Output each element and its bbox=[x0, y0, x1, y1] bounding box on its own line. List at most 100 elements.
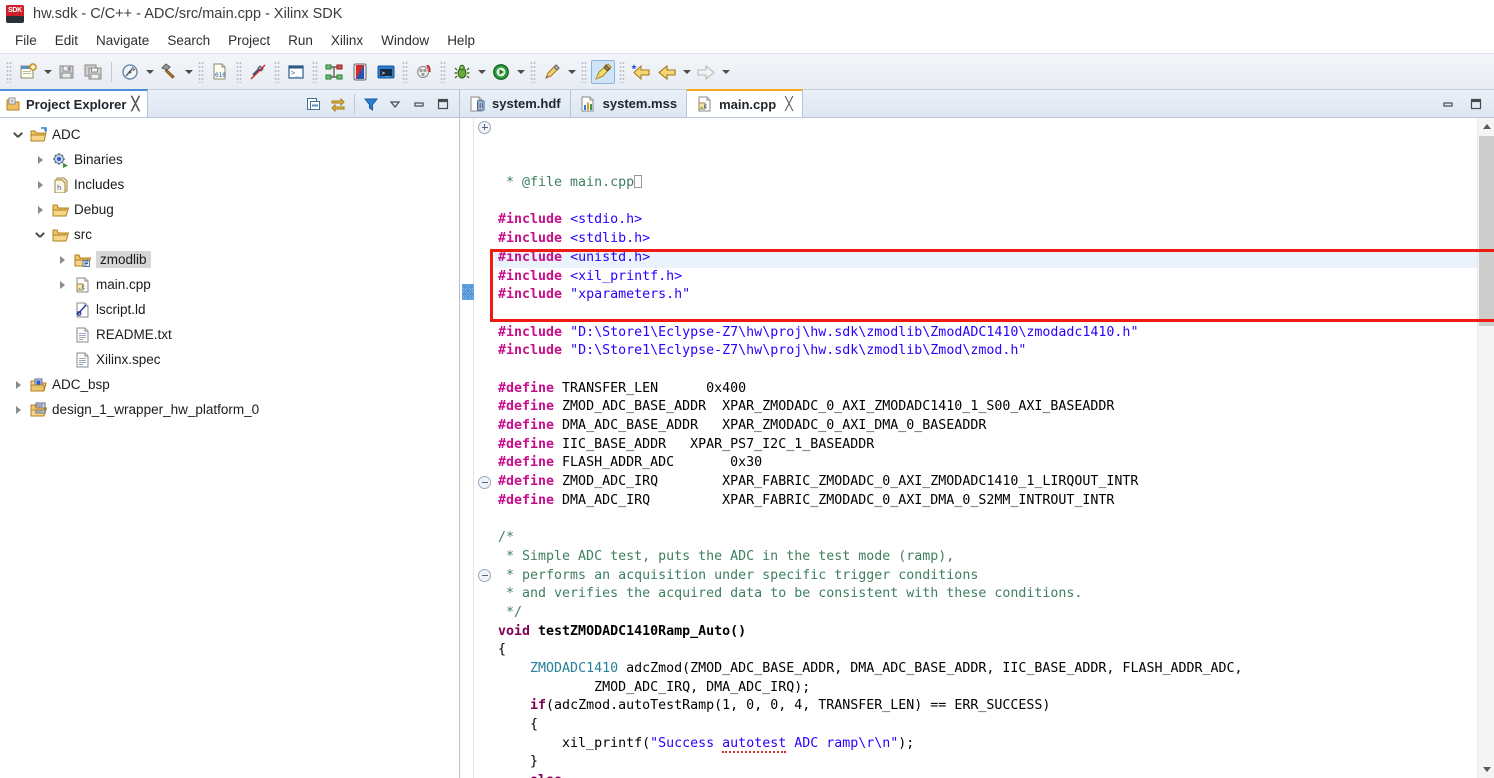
fold-expand-icon[interactable] bbox=[478, 120, 491, 134]
menu-search[interactable]: Search bbox=[158, 31, 219, 50]
editor-annotation-gutter[interactable] bbox=[460, 118, 474, 778]
fold-collapse-icon[interactable] bbox=[478, 569, 491, 583]
forward-dropdown-arrow[interactable] bbox=[719, 60, 732, 84]
code-line[interactable]: #include <stdlib.h> bbox=[494, 230, 1477, 249]
code-text-area[interactable]: * @file main.cpp #include <stdio.h> #incl… bbox=[494, 118, 1477, 778]
run-dropdown-arrow[interactable] bbox=[514, 60, 527, 84]
code-line[interactable]: xil_printf("Success autotest ADC ramp\r\… bbox=[494, 735, 1477, 754]
program-flash-button[interactable] bbox=[348, 60, 372, 84]
expand-chevron-right-icon[interactable] bbox=[8, 397, 28, 422]
expand-chevron-right-icon[interactable] bbox=[8, 372, 28, 397]
tree-item-debug[interactable]: Debug bbox=[0, 197, 459, 222]
save-button[interactable] bbox=[55, 60, 79, 84]
toolbar-grip[interactable] bbox=[440, 60, 446, 83]
toolbar-grip[interactable] bbox=[581, 60, 587, 83]
code-line[interactable]: #define IIC_BASE_ADDR XPAR_PS7_I2C_1_BAS… bbox=[494, 436, 1477, 455]
expand-chevron-right-icon[interactable] bbox=[30, 172, 50, 197]
tree-item-design-1-wrapper-hw-platform-0[interactable]: design_1_wrapper_hw_platform_0 bbox=[0, 397, 459, 422]
expand-chevron-right-icon[interactable] bbox=[52, 247, 72, 272]
toggle-mark-occurrences-button[interactable] bbox=[591, 59, 615, 84]
maximize-icon[interactable] bbox=[433, 94, 453, 114]
editor-folding-gutter[interactable] bbox=[474, 118, 494, 778]
run-button[interactable] bbox=[489, 60, 513, 84]
menu-help[interactable]: Help bbox=[438, 31, 484, 50]
expand-chevron-right-icon[interactable] bbox=[30, 197, 50, 222]
code-line[interactable] bbox=[494, 510, 1477, 529]
collapse-all-button[interactable] bbox=[304, 94, 324, 114]
code-line[interactable]: #include "D:\Store1\Eclypse-Z7\hw\proj\h… bbox=[494, 324, 1477, 343]
code-line[interactable] bbox=[494, 361, 1477, 380]
menu-project[interactable]: Project bbox=[219, 31, 279, 50]
tab-main-cpp[interactable]: .c main.cpp ╳ bbox=[687, 89, 803, 117]
tree-item-src[interactable]: src bbox=[0, 222, 459, 247]
toolbar-grip[interactable] bbox=[619, 60, 625, 83]
toolbar-grip[interactable] bbox=[274, 60, 280, 83]
back-dropdown-arrow[interactable] bbox=[680, 60, 693, 84]
code-line[interactable]: void testZMODADC1410Ramp_Auto() bbox=[494, 623, 1477, 642]
tree-item-zmodlib[interactable]: zmodlib bbox=[0, 247, 459, 272]
code-line[interactable] bbox=[494, 305, 1477, 324]
code-line[interactable]: #include <unistd.h> bbox=[494, 249, 1477, 268]
tree-item-xilinx-spec[interactable]: Xilinx.spec bbox=[0, 347, 459, 372]
repositories-button[interactable] bbox=[322, 60, 346, 84]
tree-item-readme-txt[interactable]: README.txt bbox=[0, 322, 459, 347]
editor-minimize-icon[interactable] bbox=[1438, 94, 1458, 114]
code-line[interactable]: #define TRANSFER_LEN 0x400 bbox=[494, 380, 1477, 399]
code-line[interactable]: { bbox=[494, 716, 1477, 735]
save-all-button[interactable] bbox=[81, 60, 105, 84]
editor-vertical-scrollbar[interactable] bbox=[1477, 118, 1494, 778]
fold-collapse-icon[interactable] bbox=[478, 475, 491, 489]
tab-system-hdf[interactable]: system.hdf bbox=[460, 90, 571, 117]
toolbar-grip[interactable] bbox=[236, 60, 242, 83]
scroll-down-icon[interactable] bbox=[1478, 761, 1494, 778]
xsct-console-button[interactable]: >_ bbox=[284, 60, 308, 84]
code-line[interactable]: } bbox=[494, 753, 1477, 772]
expand-chevron-right-icon[interactable] bbox=[52, 272, 72, 297]
toolbar-grip[interactable] bbox=[530, 60, 536, 83]
code-line[interactable]: if(adcZmod.autoTestRamp(1, 0, 0, 4, TRAN… bbox=[494, 697, 1477, 716]
tree-item-binaries[interactable]: Binaries bbox=[0, 147, 459, 172]
tree-item-adc[interactable]: ADC bbox=[0, 122, 459, 147]
code-line[interactable]: #include <xil_printf.h> bbox=[494, 268, 1477, 287]
debug-dropdown-arrow[interactable] bbox=[475, 60, 488, 84]
tree-item-adc-bsp[interactable]: ADC_bsp bbox=[0, 372, 459, 397]
menu-edit[interactable]: Edit bbox=[46, 31, 87, 50]
code-line[interactable]: #include <stdio.h> bbox=[494, 211, 1477, 230]
toolbar-grip[interactable] bbox=[6, 60, 12, 83]
project-tree[interactable]: ADC Binaries h Includes Debug src zmodlib .c mai… bbox=[0, 118, 459, 778]
back-button[interactable] bbox=[655, 60, 679, 84]
code-editor[interactable]: * @file main.cpp #include <stdio.h> #incl… bbox=[460, 118, 1494, 778]
link-editor-icon[interactable] bbox=[328, 94, 348, 114]
code-line[interactable]: */ bbox=[494, 604, 1477, 623]
code-lines[interactable]: * @file main.cpp #include <stdio.h> #incl… bbox=[494, 174, 1477, 778]
menu-xilinx[interactable]: Xilinx bbox=[322, 31, 372, 50]
generate-binary-button[interactable]: 010 bbox=[208, 60, 232, 84]
refresh-button[interactable] bbox=[412, 60, 436, 84]
expand-chevron-right-icon[interactable] bbox=[30, 147, 50, 172]
disconnect-button[interactable] bbox=[246, 60, 270, 84]
code-line[interactable]: ZMOD_ADC_IRQ, DMA_ADC_IRQ); bbox=[494, 679, 1477, 698]
code-line[interactable]: else bbox=[494, 772, 1477, 778]
program-fpga-dropdown-arrow[interactable] bbox=[143, 60, 156, 84]
build-button[interactable] bbox=[157, 60, 181, 84]
menu-run[interactable]: Run bbox=[279, 31, 322, 50]
new-button[interactable] bbox=[16, 60, 40, 84]
forward-button[interactable] bbox=[694, 60, 718, 84]
code-line[interactable]: #include "D:\Store1\Eclypse-Z7\hw\proj\h… bbox=[494, 342, 1477, 361]
toolbar-grip[interactable] bbox=[312, 60, 318, 83]
menu-window[interactable]: Window bbox=[372, 31, 438, 50]
debug-button[interactable] bbox=[450, 60, 474, 84]
code-line[interactable]: #define ZMOD_ADC_IRQ XPAR_FABRIC_ZMODADC… bbox=[494, 473, 1477, 492]
code-line[interactable]: * Simple ADC test, puts the ADC in the t… bbox=[494, 548, 1477, 567]
menu-navigate[interactable]: Navigate bbox=[87, 31, 158, 50]
program-fpga-button[interactable] bbox=[118, 60, 142, 84]
code-line[interactable]: #define DMA_ADC_BASE_ADDR XPAR_ZMODADC_0… bbox=[494, 417, 1477, 436]
launch-shell-button[interactable]: >_ bbox=[374, 60, 398, 84]
tree-item-main-cpp[interactable]: .c main.cpp bbox=[0, 272, 459, 297]
code-line[interactable]: ZMODADC1410 adcZmod(ZMOD_ADC_BASE_ADDR, … bbox=[494, 660, 1477, 679]
editor-maximize-icon[interactable] bbox=[1466, 94, 1486, 114]
code-line[interactable]: #define ZMOD_ADC_BASE_ADDR XPAR_ZMODADC_… bbox=[494, 398, 1477, 417]
code-line[interactable] bbox=[494, 193, 1477, 212]
code-line[interactable]: * and verifies the acquired data to be c… bbox=[494, 585, 1477, 604]
code-line[interactable]: * performs an acquisition under specific… bbox=[494, 567, 1477, 586]
